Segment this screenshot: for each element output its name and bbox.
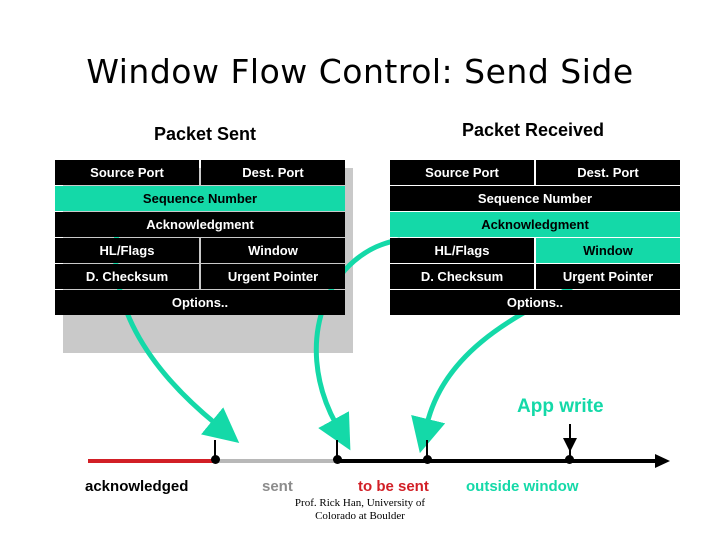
field-source-port: Source Port — [390, 160, 534, 185]
credit-line-2: Colorado at Boulder — [315, 510, 405, 523]
packet-sent-rows: Source Port Dest. Port Sequence Number A… — [55, 160, 345, 315]
field-window: Window — [201, 238, 345, 263]
field-source-port: Source Port — [55, 160, 199, 185]
field-urgent-pointer: Urgent Pointer — [536, 264, 680, 289]
field-acknowledgment: Acknowledgment — [55, 212, 345, 237]
credit-line-1: Prof. Rick Han, University of — [294, 497, 426, 509]
packet-sent-diagram: Source Port Dest. Port Sequence Number A… — [55, 160, 353, 353]
table-row: D. Checksum Urgent Pointer — [390, 264, 680, 289]
table-row: Acknowledgment — [55, 212, 345, 237]
table-row: Sequence Number — [390, 186, 680, 211]
packet-received-rows: Source Port Dest. Port Sequence Number A… — [390, 160, 680, 315]
field-sequence-number: Sequence Number — [390, 186, 680, 211]
table-row: D. Checksum Urgent Pointer — [55, 264, 345, 289]
table-row: Source Port Dest. Port — [390, 160, 680, 185]
table-row: Sequence Number — [55, 186, 345, 211]
field-d-checksum: D. Checksum — [55, 264, 199, 289]
app-write-label: App write — [517, 396, 604, 417]
field-sequence-number: Sequence Number — [55, 186, 345, 211]
field-window: Window — [536, 238, 680, 263]
field-urgent-pointer: Urgent Pointer — [201, 264, 345, 289]
table-row: HL/Flags Window — [55, 238, 345, 263]
table-row: HL/Flags Window — [390, 238, 680, 263]
table-row: Acknowledgment — [390, 212, 680, 237]
field-dest-port: Dest. Port — [201, 160, 345, 185]
field-options: Options.. — [55, 290, 345, 315]
table-row: Options.. — [390, 290, 680, 315]
field-d-checksum: D. Checksum — [390, 264, 534, 289]
table-row: Options.. — [55, 290, 345, 315]
field-options: Options.. — [390, 290, 680, 315]
field-hl-flags: HL/Flags — [390, 238, 534, 263]
field-hl-flags: HL/Flags — [55, 238, 199, 263]
timeline-arrowhead — [655, 454, 670, 468]
packet-received-diagram: Source Port Dest. Port Sequence Number A… — [390, 160, 680, 316]
credit-text: Prof. Rick Han, University of Colorado a… — [0, 497, 720, 524]
field-dest-port: Dest. Port — [536, 160, 680, 185]
table-row: Source Port Dest. Port — [55, 160, 345, 185]
field-acknowledgment: Acknowledgment — [390, 212, 680, 237]
